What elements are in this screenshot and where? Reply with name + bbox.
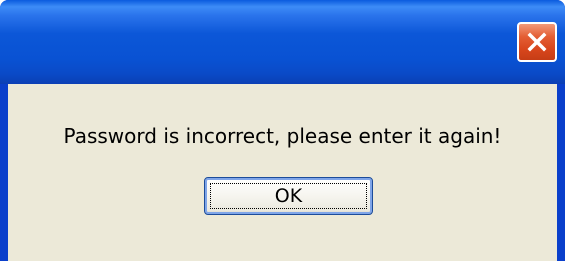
close-button[interactable]: [517, 22, 557, 62]
title-bar[interactable]: [0, 0, 565, 84]
ok-button-label: OK: [210, 183, 367, 209]
ok-button[interactable]: OK: [204, 177, 373, 215]
dialog-body: Password is incorrect, please enter it a…: [8, 84, 557, 261]
close-icon: [525, 30, 549, 54]
message-dialog: Password is incorrect, please enter it a…: [0, 0, 565, 261]
error-message: Password is incorrect, please enter it a…: [63, 124, 502, 148]
